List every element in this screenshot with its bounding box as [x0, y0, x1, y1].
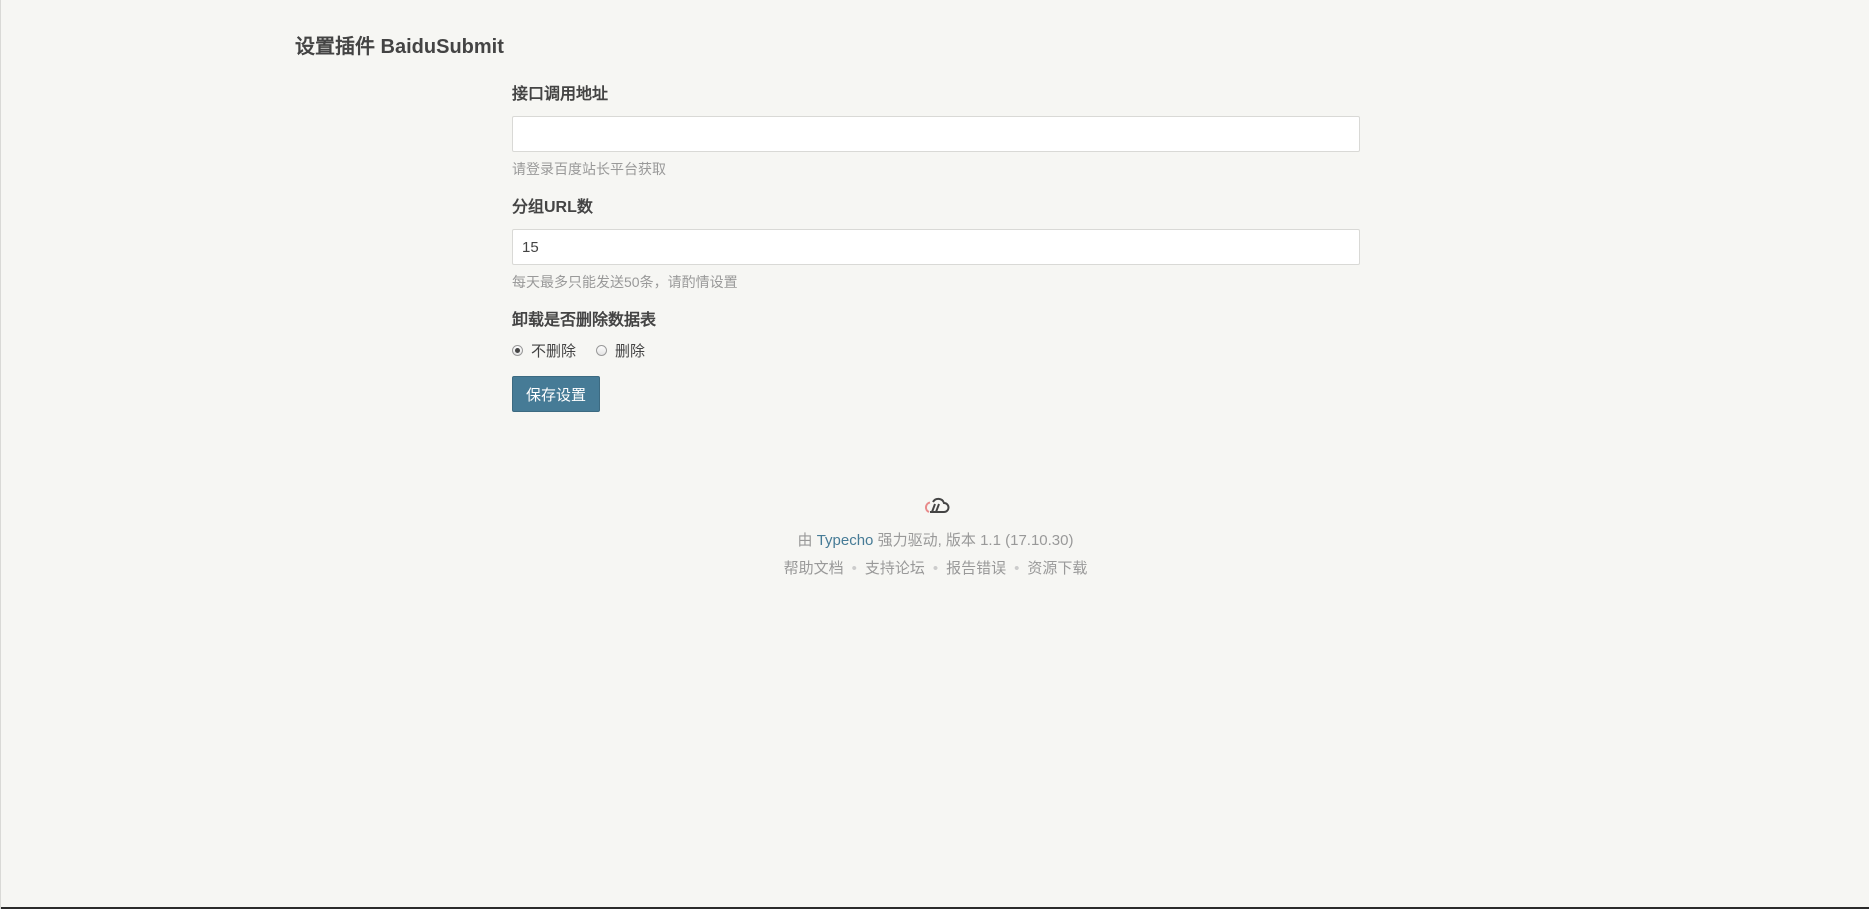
radio-delete-dot[interactable] — [596, 344, 608, 356]
typecho-logo-link[interactable] — [920, 494, 952, 518]
footer: 由 Typecho 强力驱动, 版本 1.1 (17.10.30) 帮助文档 • 支… — [1, 494, 1869, 580]
delete-on-uninstall-options: 不删除 删除 — [512, 340, 1360, 360]
powered-suffix: 强力驱动, 版本 1.1 (17.10.30) — [877, 532, 1074, 549]
radio-keep-label: 不删除 — [531, 342, 577, 360]
delete-on-uninstall-label: 卸载是否删除数据表 — [512, 312, 657, 329]
powered-prefix: 由 — [797, 532, 813, 549]
save-settings-button[interactable]: 保存设置 — [512, 376, 601, 412]
typecho-link[interactable]: Typecho — [817, 532, 874, 549]
footer-link-downloads[interactable]: 资源下载 — [1027, 560, 1087, 577]
radio-delete-label: 删除 — [615, 342, 646, 360]
footer-link-report-bug[interactable]: 报告错误 — [946, 560, 1006, 577]
api-url-label: 接口调用地址 — [512, 86, 609, 103]
footer-separator: • — [1014, 560, 1020, 577]
page-title: 设置插件 BaiduSubmit — [295, 36, 504, 58]
plugin-settings-page: 设置插件 BaiduSubmit 接口调用地址 请登录百度站长平台获取 分组UR… — [0, 0, 1869, 909]
footer-link-help-docs[interactable]: 帮助文档 — [784, 560, 844, 577]
footer-separator: • — [851, 560, 857, 577]
plugin-settings-form: 接口调用地址 请登录百度站长平台获取 分组URL数 每天最多只能发送50条，请酌… — [512, 84, 1360, 412]
group-url-count-group: 分组URL数 每天最多只能发送50条，请酌情设置 — [512, 197, 1360, 292]
footer-link-support-forum[interactable]: 支持论坛 — [865, 560, 925, 577]
api-url-input[interactable] — [512, 116, 1360, 152]
footer-links: 帮助文档 • 支持论坛 • 报告错误 • 资源下载 — [1, 558, 1869, 580]
radio-option-delete[interactable]: 删除 — [596, 340, 645, 361]
powered-by-line: 由 Typecho 强力驱动, 版本 1.1 (17.10.30) — [1, 530, 1869, 552]
typecho-cloud-logo-icon — [924, 497, 949, 513]
group-url-count-hint: 每天最多只能发送50条，请酌情设置 — [512, 274, 738, 290]
radio-keep-dot[interactable] — [512, 344, 523, 356]
api-url-hint: 请登录百度站长平台获取 — [512, 161, 666, 177]
group-url-count-label: 分组URL数 — [512, 199, 593, 216]
delete-on-uninstall-group: 卸载是否删除数据表 不删除 删除 — [512, 310, 1360, 360]
radio-option-keep[interactable]: 不删除 — [512, 340, 576, 361]
group-url-count-input[interactable] — [512, 229, 1360, 265]
api-url-group: 接口调用地址 请登录百度站长平台获取 — [512, 84, 1360, 179]
footer-separator: • — [932, 560, 939, 577]
